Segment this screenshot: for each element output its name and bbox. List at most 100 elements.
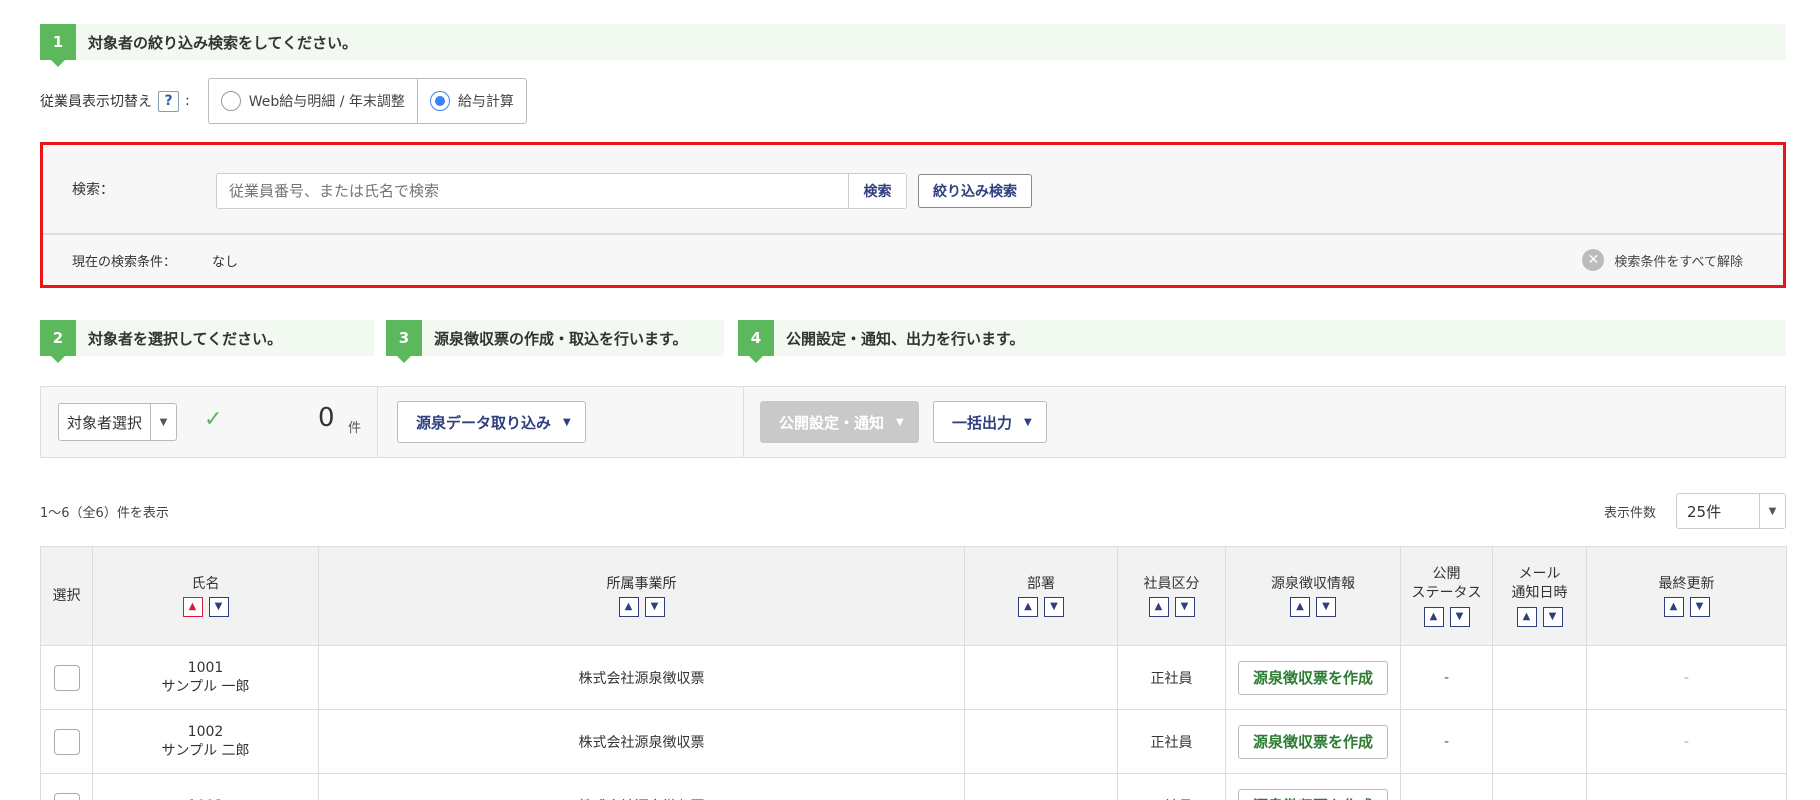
bulk-export-button[interactable]: 一括出力 ▼ bbox=[933, 401, 1047, 443]
clear-all-conditions-label[interactable]: 検索条件をすべて解除 bbox=[1614, 251, 1743, 270]
panel-divider bbox=[743, 387, 744, 457]
row-type-cell: 正社員 bbox=[1117, 773, 1226, 800]
sort-desc-icon[interactable]: ▼ bbox=[1542, 606, 1563, 627]
row-withholding-cell: 源泉徴収票を作成 bbox=[1225, 773, 1401, 800]
publish-notify-button: 公開設定・通知 ▼ bbox=[760, 401, 919, 443]
caret-down-icon[interactable]: ▼ bbox=[563, 417, 571, 428]
step-4-bar: 4 公開設定・通知、出力を行います。 bbox=[738, 320, 1786, 363]
table-header-row: 選択 氏名 ▲ ▼ 所属事業所 ▲ ▼ 部署 ▲ ▼ 社員区分 ▲ ▼ 源泉徴収情報 ▲… bbox=[40, 546, 1787, 646]
employee-display-radio-group: Web給与明細 / 年末調整 給与計算 bbox=[207, 78, 527, 124]
employee-id: 1001 bbox=[187, 659, 224, 676]
row-select-cell bbox=[40, 709, 93, 774]
header-employee-type-label: 社員区分 bbox=[1143, 575, 1200, 592]
sort-desc-icon[interactable]: ▼ bbox=[208, 597, 229, 618]
search-condition-value: なし bbox=[212, 254, 239, 270]
employee-display-toggle-row: 従業員表示切替え ? : Web給与明細 / 年末調整 給与計算 bbox=[40, 78, 527, 124]
header-publish-status-label-2: ステータス bbox=[1411, 585, 1482, 601]
sort-asc-icon[interactable]: ▲ bbox=[1423, 606, 1444, 627]
row-checkbox[interactable] bbox=[53, 792, 80, 800]
filter-search-button[interactable]: 絞り込み検索 bbox=[918, 174, 1032, 208]
row-checkbox[interactable] bbox=[53, 728, 80, 755]
employee-id: 1002 bbox=[187, 723, 224, 740]
row-office-cell: 株式会社源泉徴収票 bbox=[318, 773, 965, 800]
table-row: 1002 サンプル 二郎 株式会社源泉徴収票 正社員 源泉徴収票を作成 - - bbox=[40, 709, 1787, 774]
header-mail-notified-label-2: 通知日時 bbox=[1511, 585, 1568, 601]
search-button[interactable]: 検索 bbox=[848, 174, 906, 208]
row-mail-cell bbox=[1492, 773, 1587, 800]
search-condition-row: 現在の検索条件： なし ✕ 検索条件をすべて解除 bbox=[43, 235, 1783, 285]
row-status-cell: - bbox=[1400, 709, 1493, 774]
header-employee-type: 社員区分 ▲ ▼ bbox=[1117, 546, 1226, 646]
radio-checked-icon[interactable] bbox=[429, 91, 450, 111]
step-4-text: 公開設定・通知、出力を行います。 bbox=[786, 329, 1025, 348]
table-row: 1001 サンプル 一郎 株式会社源泉徴収票 正社員 源泉徴収票を作成 - - bbox=[40, 645, 1787, 710]
create-withholding-button[interactable]: 源泉徴収票を作成 bbox=[1237, 724, 1388, 759]
sort-desc-icon[interactable]: ▼ bbox=[1449, 606, 1470, 627]
create-withholding-button[interactable]: 源泉徴収票を作成 bbox=[1237, 788, 1388, 800]
row-name-cell: 1003 bbox=[92, 773, 319, 800]
row-status-cell: - bbox=[1400, 645, 1493, 710]
select-target-dropdown[interactable]: 対象者選択 ▼ bbox=[58, 403, 178, 441]
sort-asc-icon[interactable]: ▲ bbox=[1663, 597, 1684, 618]
row-name-cell: 1002 サンプル 二郎 bbox=[92, 709, 319, 774]
sort-asc-icon[interactable]: ▲ bbox=[618, 597, 639, 618]
publish-notify-label: 公開設定・通知 bbox=[779, 413, 885, 432]
selected-count-unit: 件 bbox=[348, 421, 362, 436]
sort-desc-icon[interactable]: ▼ bbox=[1174, 597, 1195, 618]
sort-asc-icon[interactable]: ▲ bbox=[1148, 597, 1169, 618]
clear-all-conditions-link[interactable]: ✕ 検索条件をすべて解除 bbox=[1582, 249, 1743, 271]
sort-desc-icon[interactable]: ▼ bbox=[644, 597, 665, 618]
header-last-updated-label: 最終更新 bbox=[1658, 575, 1715, 592]
sort-asc-icon[interactable]: ▲ bbox=[1018, 597, 1038, 618]
sort-asc-icon[interactable]: ▲ bbox=[1290, 597, 1310, 618]
sort-asc-icon[interactable]: ▲ bbox=[182, 597, 203, 618]
caret-down-icon[interactable]: ▼ bbox=[1759, 494, 1785, 528]
row-checkbox[interactable] bbox=[53, 664, 80, 691]
radio-payroll-label[interactable]: 給与計算 bbox=[458, 91, 514, 111]
sort-desc-icon[interactable]: ▼ bbox=[1316, 597, 1336, 618]
caret-down-icon[interactable]: ▼ bbox=[1024, 417, 1032, 428]
close-circle-icon[interactable]: ✕ bbox=[1582, 249, 1605, 271]
row-type-cell: 正社員 bbox=[1117, 645, 1226, 710]
row-updated-cell: - bbox=[1586, 645, 1787, 710]
radio-web-payslip-label[interactable]: Web給与明細 / 年末調整 bbox=[249, 91, 405, 111]
panel-divider bbox=[377, 387, 378, 457]
radio-payroll[interactable]: 給与計算 bbox=[416, 79, 526, 123]
selected-count: 0 bbox=[318, 403, 335, 433]
header-office: 所属事業所 ▲ ▼ bbox=[318, 546, 965, 646]
step-3-bar: 3 源泉徴収票の作成・取込を行います。 bbox=[386, 320, 724, 363]
header-publish-status: 公開 ステータス ▲ ▼ bbox=[1400, 546, 1493, 646]
radio-unchecked-icon[interactable] bbox=[220, 91, 241, 111]
sort-desc-icon[interactable]: ▼ bbox=[1689, 597, 1710, 618]
help-icon[interactable]: ? bbox=[158, 90, 179, 112]
sort-asc-icon[interactable]: ▲ bbox=[1516, 606, 1537, 627]
action-panel: 対象者選択 ▼ ✓ 0 件 源泉データ取り込み ▼ 公開設定・通知 ▼ 一括出力… bbox=[40, 386, 1786, 458]
row-select-cell bbox=[40, 773, 93, 800]
step-2-text: 対象者を選択してください。 bbox=[88, 329, 283, 348]
bulk-export-label[interactable]: 一括出力 bbox=[952, 412, 1012, 433]
step-2-number: 2 bbox=[40, 320, 76, 363]
toggle-colon: : bbox=[185, 93, 190, 109]
search-input[interactable] bbox=[217, 174, 848, 208]
header-last-updated: 最終更新 ▲ ▼ bbox=[1586, 546, 1787, 646]
sort-desc-icon[interactable]: ▼ bbox=[1044, 597, 1064, 618]
step-2-bar: 2 対象者を選択してください。 bbox=[40, 320, 374, 363]
row-dept-cell bbox=[964, 709, 1118, 774]
import-withholding-data-label[interactable]: 源泉データ取り込み bbox=[416, 412, 551, 433]
step-1-number: 1 bbox=[40, 24, 76, 67]
row-dept-cell bbox=[964, 645, 1118, 710]
search-row: 検索： 検索 絞り込み検索 bbox=[43, 145, 1783, 235]
select-target-label[interactable]: 対象者選択 bbox=[59, 404, 150, 440]
header-dept-label: 部署 bbox=[1027, 575, 1055, 592]
step-3-number: 3 bbox=[386, 320, 422, 363]
radio-web-payslip[interactable]: Web給与明細 / 年末調整 bbox=[209, 79, 417, 123]
import-withholding-data-button[interactable]: 源泉データ取り込み ▼ bbox=[397, 401, 586, 443]
header-select-label: 選択 bbox=[52, 587, 81, 604]
per-page-value[interactable]: 25件 bbox=[1677, 494, 1759, 528]
per-page-select[interactable]: 25件 ▼ bbox=[1676, 493, 1786, 529]
search-label: 検索： bbox=[72, 182, 114, 198]
employee-name: サンプル 二郎 bbox=[161, 742, 250, 759]
row-name-cell: 1001 サンプル 一郎 bbox=[92, 645, 319, 710]
caret-down-icon[interactable]: ▼ bbox=[150, 404, 176, 440]
create-withholding-button[interactable]: 源泉徴収票を作成 bbox=[1237, 660, 1388, 695]
